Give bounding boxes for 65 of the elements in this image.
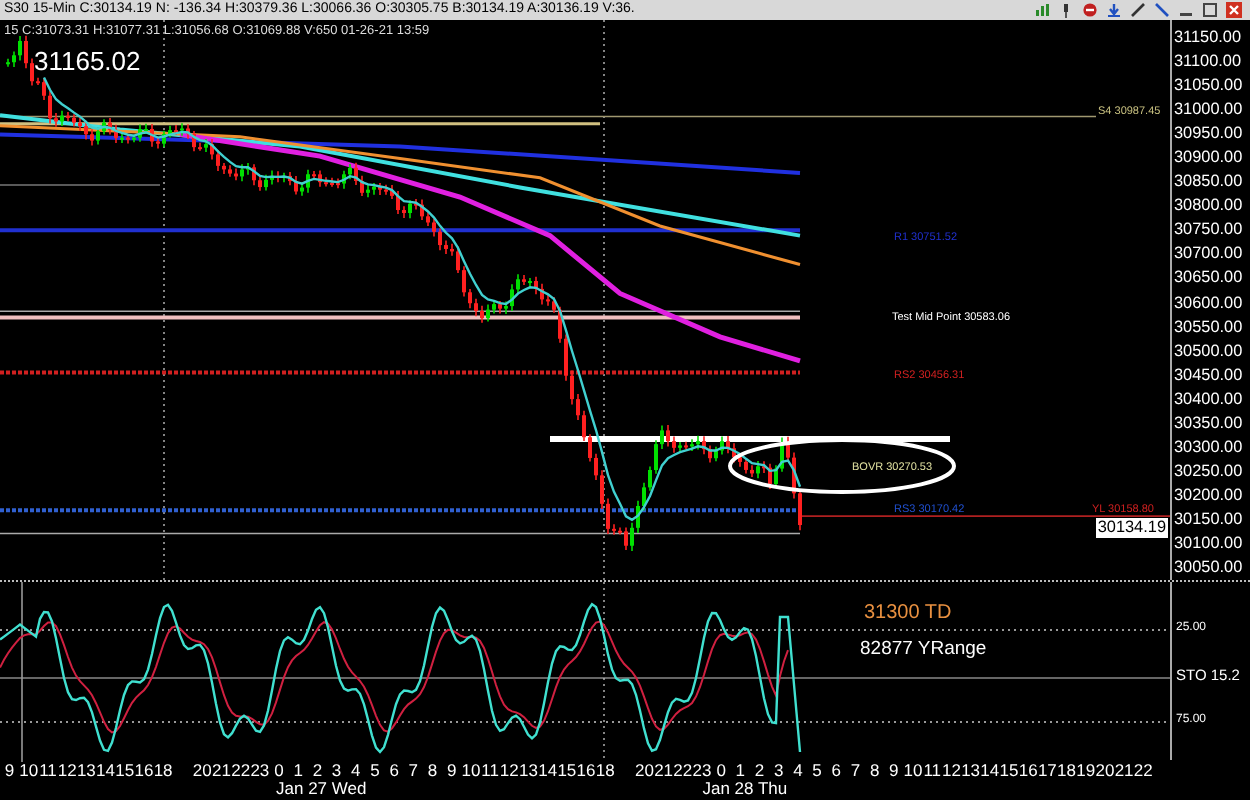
last-price-label: 30134.19 bbox=[1095, 518, 1168, 538]
time-label: 10 bbox=[903, 760, 923, 780]
time-label: 14 bbox=[538, 760, 558, 780]
time-label: 14 bbox=[95, 760, 116, 780]
time-label: 13 bbox=[518, 760, 539, 780]
time-label: 16 bbox=[576, 760, 596, 780]
time-label: 5 bbox=[810, 760, 824, 780]
indicator-label: 31300 TD bbox=[864, 600, 952, 628]
time-label: 11 bbox=[38, 760, 58, 780]
time-label: 8 bbox=[425, 760, 440, 780]
time-label: 3 bbox=[329, 760, 344, 780]
time-label: 22 bbox=[231, 760, 251, 780]
time-label: 4 bbox=[349, 760, 363, 780]
time-label: 18 bbox=[1056, 760, 1077, 780]
time-label: 0 bbox=[714, 760, 728, 780]
time-label: 15 bbox=[115, 760, 135, 780]
time-label: 6 bbox=[387, 760, 401, 780]
time-label: 8 bbox=[867, 760, 882, 780]
time-label: 9 bbox=[2, 760, 17, 780]
time-label: 5 bbox=[368, 760, 382, 780]
time-label: 11 bbox=[922, 760, 942, 780]
date-label: Jan 28 Thu bbox=[702, 780, 788, 798]
time-label: 21 bbox=[654, 760, 674, 780]
time-label: 19 bbox=[1076, 760, 1096, 780]
time-label: 1 bbox=[733, 760, 748, 780]
time-label: 10 bbox=[19, 760, 39, 780]
time-label: 23 bbox=[692, 760, 712, 780]
indicator-label: 82877 YRange bbox=[860, 636, 987, 664]
time-label: 4 bbox=[791, 760, 805, 780]
time-label: 16 bbox=[1018, 760, 1038, 780]
date-label: Jan 27 Wed bbox=[276, 780, 367, 798]
time-label: 13 bbox=[76, 760, 96, 780]
time-label: 12 bbox=[57, 760, 77, 780]
time-label: 0 bbox=[272, 760, 286, 780]
time-label: 16 bbox=[134, 760, 154, 780]
time-label: 12 bbox=[499, 760, 519, 780]
time-label: 7 bbox=[848, 760, 863, 780]
time-label: 21 bbox=[1114, 760, 1134, 780]
high-price-label: 31165.02 bbox=[34, 46, 141, 76]
time-label: 14 bbox=[980, 760, 1000, 780]
time-label: 9 bbox=[444, 760, 459, 780]
time-label: 22 bbox=[1133, 760, 1153, 780]
time-label: 2 bbox=[752, 760, 767, 780]
time-label: 15 bbox=[557, 760, 577, 780]
time-label: 22 bbox=[673, 760, 693, 780]
time-label: 2 bbox=[310, 760, 325, 780]
price-axis: 31150.00 31100.00 31050.00 31000.00 30950.00 30900.00 30850.00 30800.00 30750.00 30700.00 30650.00 30600.00 30550.00 30500.00 30450.00 30400.00 30350.00 30300.00 30250.00 30200.00 30150.00 30100.00 30050.00 bbox=[1170, 20, 1250, 580]
time-label: 18 bbox=[153, 760, 173, 780]
time-label: 20 bbox=[192, 760, 212, 780]
time-label: 6 bbox=[829, 760, 843, 780]
time-label: 17 bbox=[1037, 760, 1057, 780]
time-label: 3 bbox=[771, 760, 786, 780]
time-label: 21 bbox=[211, 760, 232, 780]
time-label: 9 bbox=[887, 760, 901, 780]
time-label: 7 bbox=[406, 760, 421, 780]
time-label: 13 bbox=[961, 760, 981, 780]
time-label: 18 bbox=[595, 760, 615, 780]
time-label: 11 bbox=[480, 760, 500, 780]
time-label: 20 bbox=[634, 760, 654, 780]
time-label: 12 bbox=[941, 760, 961, 780]
time-label: 10 bbox=[461, 760, 481, 780]
time-label: 23 bbox=[250, 760, 270, 780]
time-label: 1 bbox=[291, 760, 305, 780]
time-label: 20 bbox=[1095, 760, 1115, 780]
time-label: 15 bbox=[999, 760, 1019, 780]
